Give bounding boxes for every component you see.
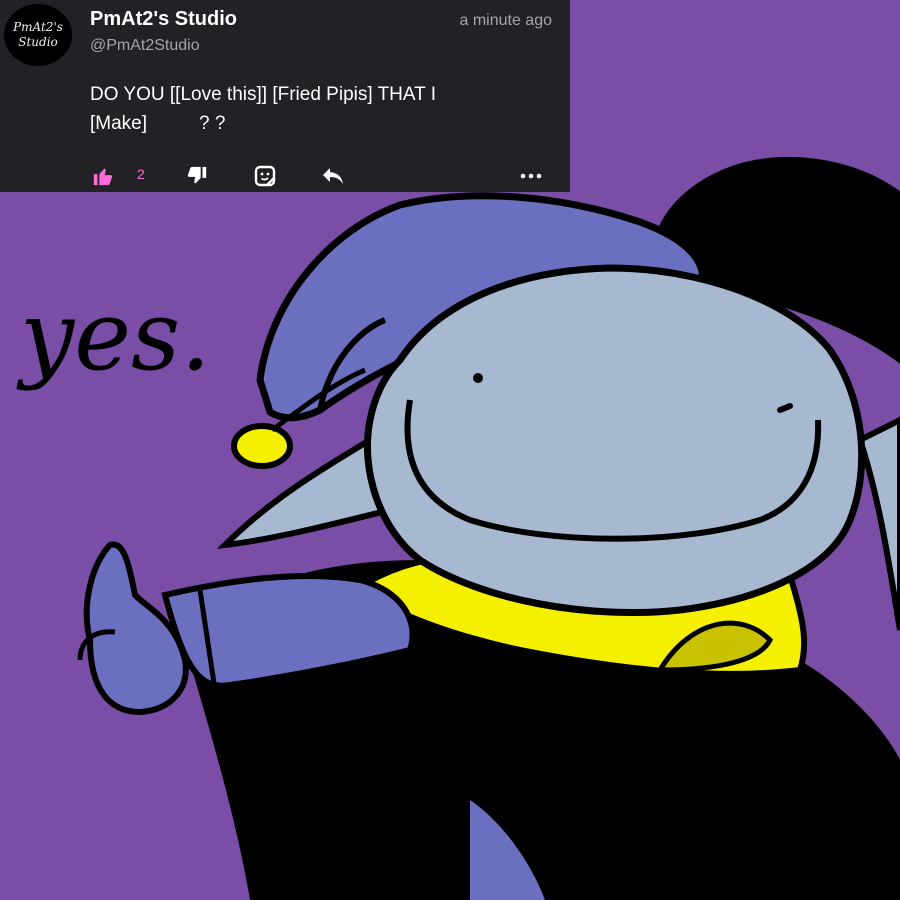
reply-icon: [323, 168, 343, 184]
thumbs-up-icon: [93, 168, 113, 186]
post-text-line-2: [Make]? ?: [90, 113, 226, 134]
post-actions: 2: [0, 160, 570, 192]
post-body: DO YOU [[Love this]] [Fried Pipis] THAT …: [90, 80, 530, 138]
hat-bell: [231, 423, 293, 469]
left-eye: [473, 373, 483, 383]
more-button[interactable]: [520, 160, 542, 192]
post-text-line-1: DO YOU [[Love this]] [Fried Pipis] THAT …: [90, 84, 436, 105]
author-avatar[interactable]: PmAt2's Studio: [4, 4, 72, 66]
thumbs-down-icon: [187, 166, 207, 184]
post-card: PmAt2's Studio PmAt2's Studio @PmAt2Stud…: [0, 0, 570, 192]
post-timestamp: a minute ago: [459, 12, 552, 29]
more-icon: [520, 173, 542, 179]
yes-caption: yes.: [20, 280, 211, 392]
like-count: 2: [137, 166, 145, 182]
author-handle[interactable]: @PmAt2Studio: [90, 37, 200, 55]
dislike-button[interactable]: [186, 160, 208, 192]
right-eye: [777, 403, 793, 413]
sticker-icon: [254, 165, 276, 187]
reply-button[interactable]: [320, 160, 346, 192]
author-name[interactable]: PmAt2's Studio: [90, 8, 237, 31]
face: [363, 264, 866, 617]
sticker-button[interactable]: [253, 160, 277, 192]
like-button[interactable]: [92, 160, 114, 192]
